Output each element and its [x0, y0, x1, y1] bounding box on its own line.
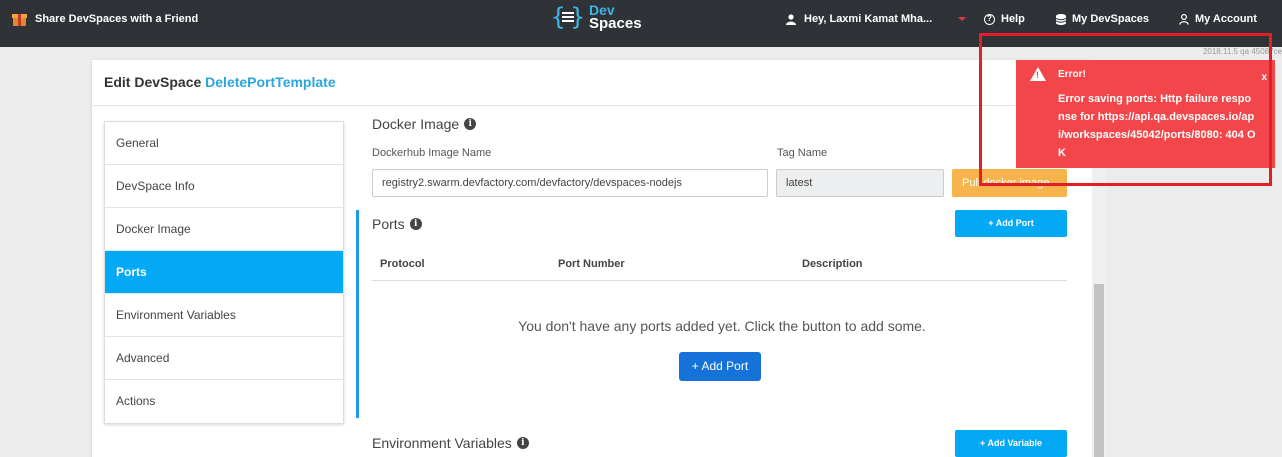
add-variable-label: Add Variable	[987, 438, 1042, 448]
my-account-link[interactable]: My Account	[1179, 13, 1257, 25]
user-icon	[786, 13, 796, 25]
page-title-prefix: Edit DevSpace	[104, 74, 202, 90]
logo-icon: { }	[551, 3, 585, 31]
my-devspaces-link[interactable]: My DevSpaces	[1056, 13, 1149, 25]
sidebar-item-devspace-info[interactable]: DevSpace Info	[105, 165, 343, 208]
sidebar-item-advanced[interactable]: Advanced	[105, 337, 343, 380]
share-link[interactable]: Share DevSpaces with a Friend	[12, 11, 198, 26]
info-icon[interactable]: i	[516, 437, 529, 449]
column-header-port-number: Port Number	[558, 258, 625, 270]
add-variable-button[interactable]: + Add Variable	[955, 430, 1067, 457]
my-account-label: My Account	[1195, 13, 1257, 25]
docker-image-title: Docker Image	[372, 116, 460, 132]
ports-heading: Ports i	[372, 216, 422, 232]
sidebar-item-actions[interactable]: Actions	[105, 380, 343, 423]
tag-name-label: Tag Name	[777, 147, 828, 159]
tag-name-input[interactable]: latest	[776, 169, 944, 197]
gift-icon	[12, 11, 27, 26]
sidebar-item-docker-image[interactable]: Docker Image	[105, 208, 343, 251]
add-port-empty-label: Add Port	[701, 359, 749, 373]
column-header-description: Description	[802, 258, 863, 270]
table-header-divider	[372, 280, 1067, 281]
add-port-label: Add Port	[995, 218, 1034, 228]
active-section-indicator	[356, 210, 359, 418]
settings-sidebar: General DevSpace Info Docker Image Ports…	[104, 121, 344, 424]
env-vars-title: Environment Variables	[372, 435, 512, 451]
question-icon: ?	[984, 13, 995, 25]
chevron-down-icon	[958, 17, 967, 21]
devspace-name: DeletePortTemplate	[205, 74, 336, 90]
sidebar-item-general[interactable]: General	[105, 122, 343, 165]
annotation-highlight-box	[979, 33, 1272, 186]
help-link[interactable]: ? Help	[984, 13, 1025, 25]
user-greeting: Hey, Laxmi Kamat Mha...	[804, 13, 933, 25]
env-vars-heading: Environment Variables i	[372, 435, 529, 451]
sidebar-item-ports[interactable]: Ports	[105, 251, 343, 294]
ports-empty-message: You don't have any ports added yet. Clic…	[518, 318, 926, 334]
logo-text-spaces: Spaces	[589, 15, 642, 32]
help-label: Help	[1001, 13, 1025, 25]
sidebar-item-environment-variables[interactable]: Environment Variables	[105, 294, 343, 337]
devspaces-logo[interactable]: { } Dev Spaces	[551, 3, 642, 32]
image-name-input[interactable]: registry2.swarm.devfactory.com/devfactor…	[372, 169, 768, 197]
ports-title: Ports	[372, 216, 405, 232]
database-icon	[1056, 13, 1066, 25]
edit-devspace-card: Edit DevSpace DeletePortTemplate General…	[92, 60, 1092, 457]
column-header-protocol: Protocol	[380, 258, 425, 270]
add-port-empty-button[interactable]: + Add Port	[679, 352, 761, 381]
info-icon[interactable]: i	[409, 218, 422, 230]
share-label: Share DevSpaces with a Friend	[35, 12, 199, 25]
page-title: Edit DevSpace DeletePortTemplate	[92, 60, 1092, 106]
plus-icon: +	[988, 218, 996, 228]
info-icon[interactable]: i	[464, 118, 477, 130]
my-devspaces-label: My DevSpaces	[1072, 13, 1150, 25]
user-outline-icon	[1179, 13, 1189, 25]
image-name-label: Dockerhub Image Name	[372, 147, 492, 159]
docker-image-heading: Docker Image i	[372, 116, 477, 132]
scrollbar-thumb[interactable]	[1094, 284, 1104, 457]
add-port-button[interactable]: + Add Port	[955, 210, 1067, 237]
user-menu[interactable]: Hey, Laxmi Kamat Mha...	[786, 13, 967, 25]
